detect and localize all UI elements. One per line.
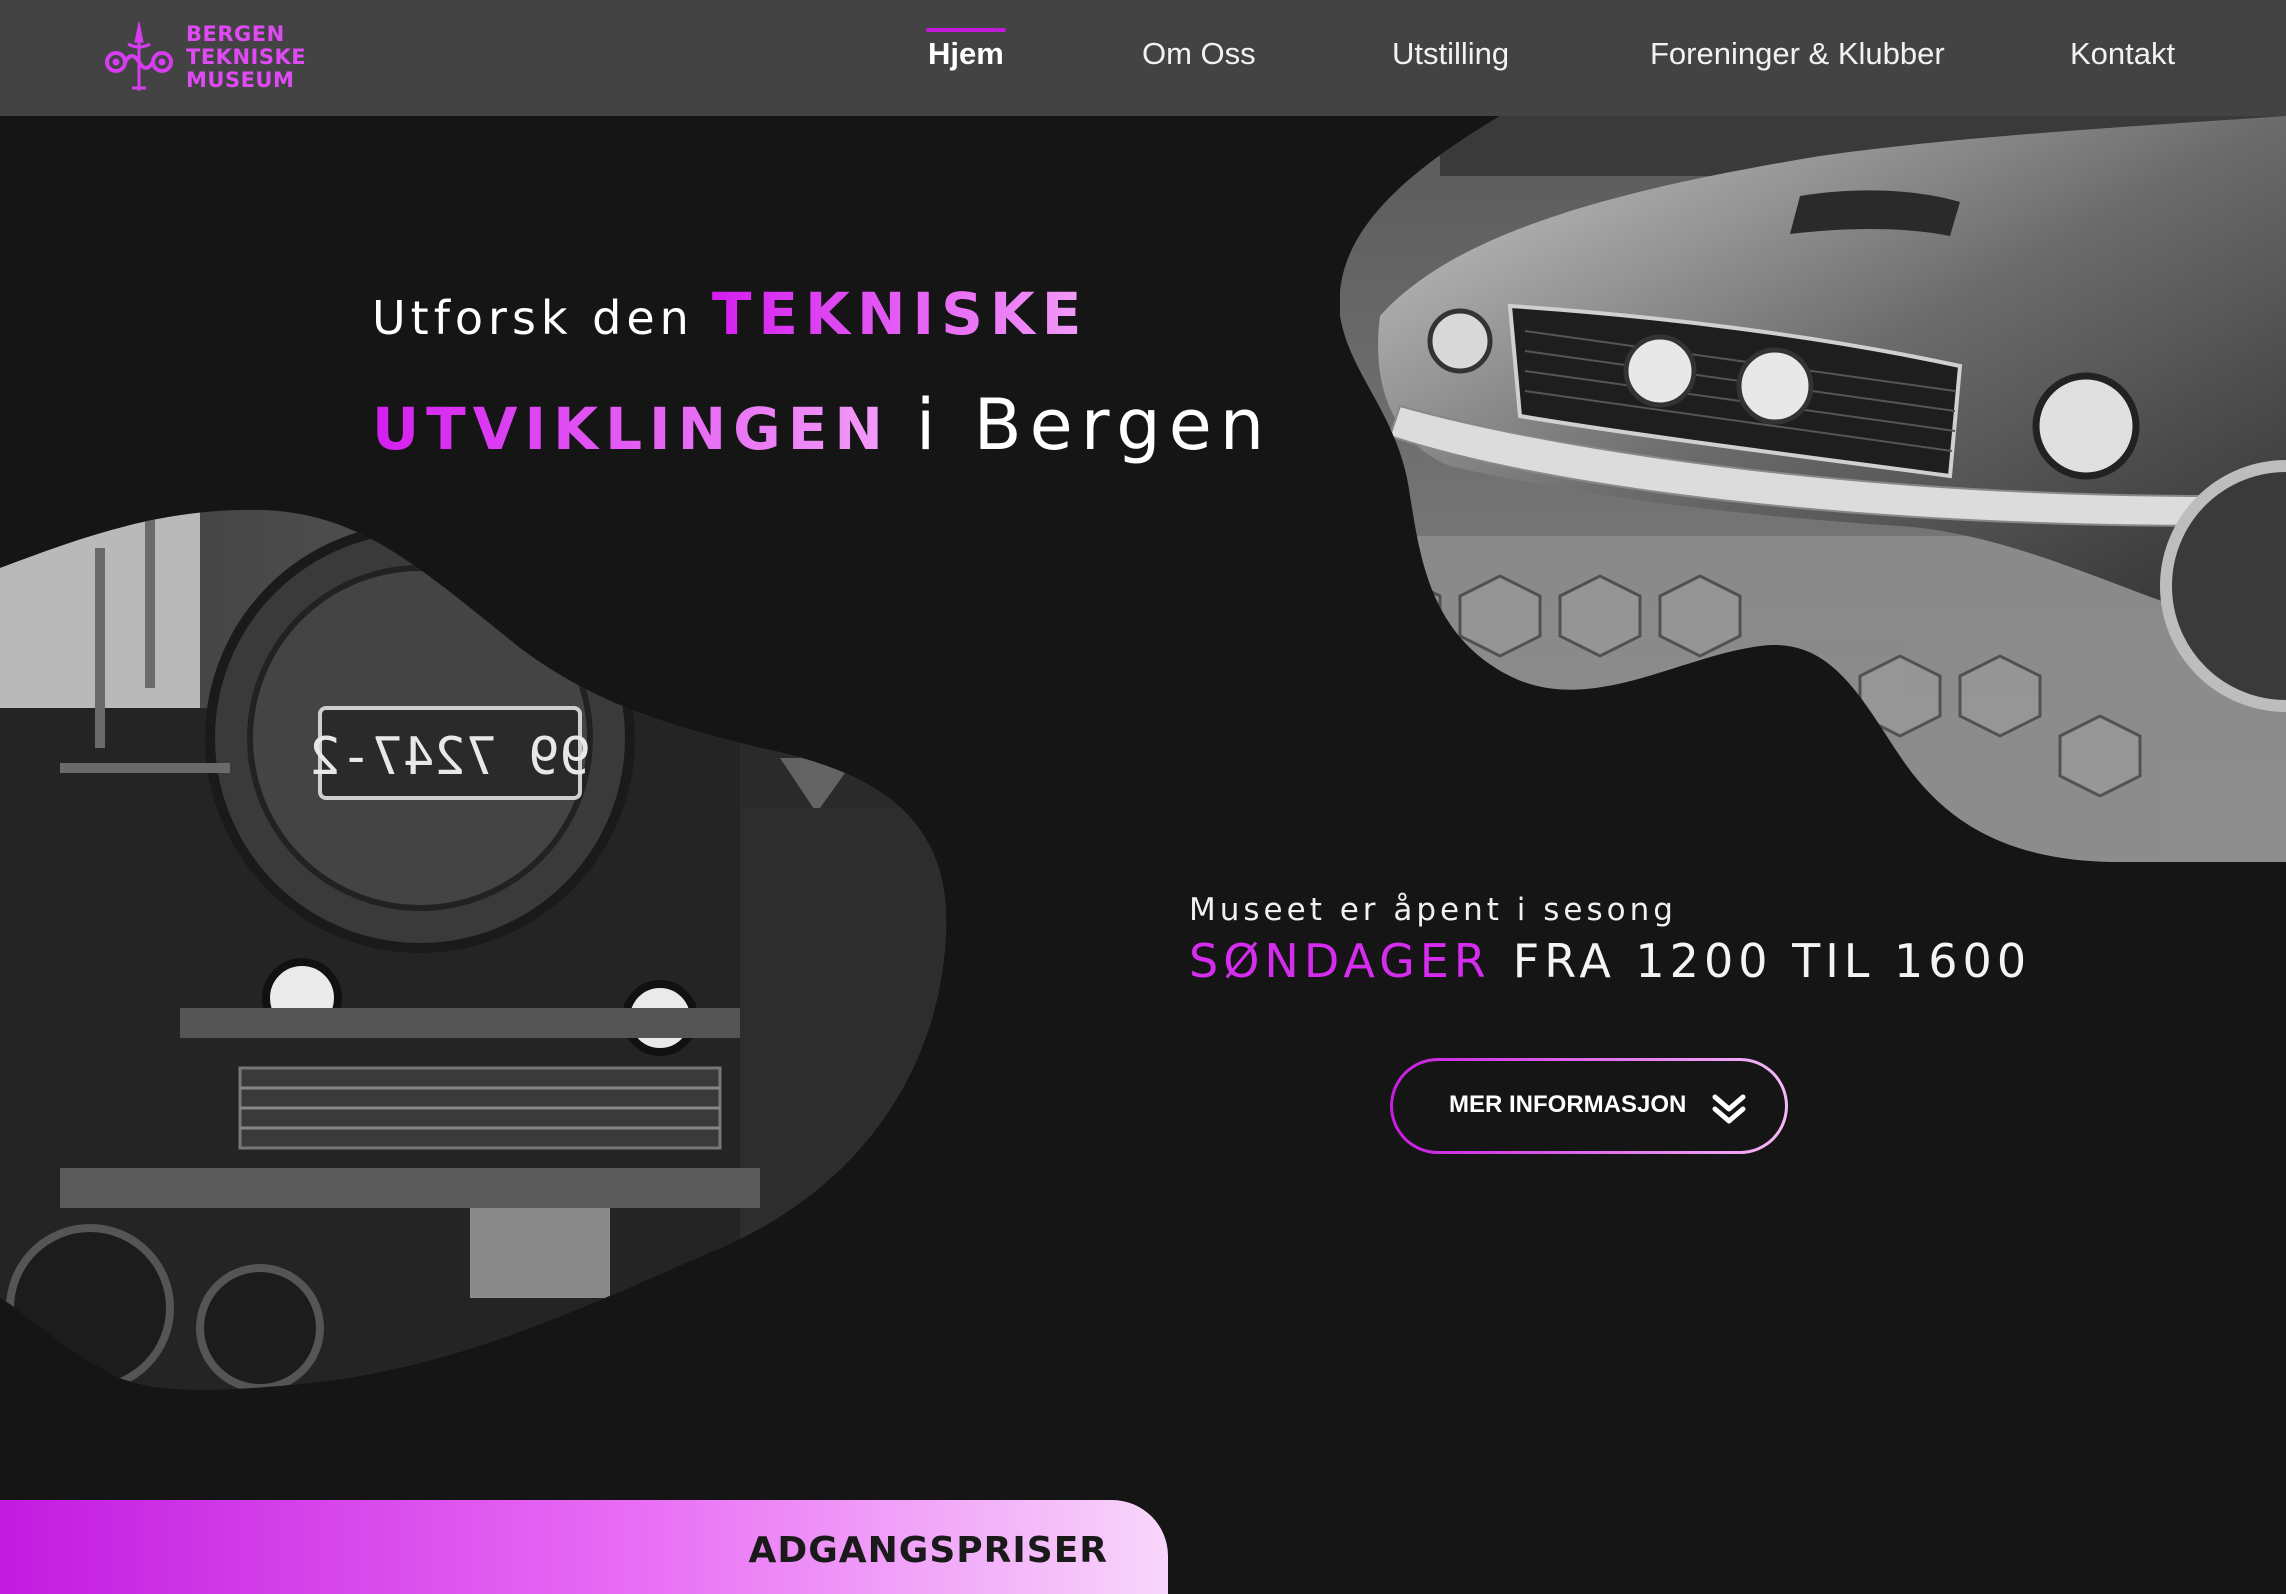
site-header: BERGEN TEKNISKE MUSEUM Hjem Om Oss Utsti… xyxy=(0,0,2286,116)
opening-time: FRA 1200 TIL 1600 xyxy=(1512,934,2032,988)
more-info-button-inner: MER INFORMASJON xyxy=(1393,1061,1785,1151)
opening-hours: SØNDAGER FRA 1200 TIL 1600 xyxy=(1189,934,2031,988)
opening-day: SØNDAGER xyxy=(1189,934,1491,988)
active-nav-indicator xyxy=(926,28,1006,32)
logo-line: TEKNISKE xyxy=(186,45,307,69)
logo-emblem-icon xyxy=(105,21,173,91)
nav-item-hjem[interactable]: Hjem xyxy=(928,36,1004,72)
opening-season-text: Museet er åpent i sesong xyxy=(1189,892,1677,928)
logo-line: BERGEN xyxy=(186,22,285,46)
logo-wordmark: BERGEN TEKNISKE MUSEUM xyxy=(186,23,306,92)
nav-item-utstilling[interactable]: Utstilling xyxy=(1392,36,1509,72)
nav-item-om-oss[interactable]: Om Oss xyxy=(1142,36,1256,72)
hero-prefix: Utforsk den xyxy=(372,291,694,345)
more-info-button[interactable]: MER INFORMASJON xyxy=(1390,1058,1788,1154)
hero-suffix: i Bergen xyxy=(915,384,1273,466)
admission-prices-tab[interactable]: ADGANGSPRISER xyxy=(0,1500,1168,1594)
more-info-button-label: MER INFORMASJON xyxy=(1449,1091,1687,1118)
admission-prices-label: ADGANGSPRISER xyxy=(748,1530,1108,1571)
hero-headline-line2: UTVIKLINGEN i Bergen xyxy=(372,384,1272,466)
nav-item-kontakt[interactable]: Kontakt xyxy=(2070,36,2175,72)
museum-logo[interactable]: BERGEN TEKNISKE MUSEUM xyxy=(104,20,324,96)
hero-headline-line1: Utforsk den TEKNISKE xyxy=(372,280,1088,348)
double-chevron-down-icon xyxy=(1712,1094,1746,1124)
hero-accent-utviklingen: UTVIKLINGEN xyxy=(372,395,890,463)
hero-accent-tekniske: TEKNISKE xyxy=(711,280,1089,348)
train-image: 99 7247-2 xyxy=(0,509,947,1390)
nav-item-foreninger-klubber[interactable]: Foreninger & Klubber xyxy=(1650,36,1945,72)
train-number-plate: 99 7247-2 xyxy=(309,727,591,787)
logo-line: MUSEUM xyxy=(186,68,295,92)
car-image xyxy=(1340,116,2286,862)
